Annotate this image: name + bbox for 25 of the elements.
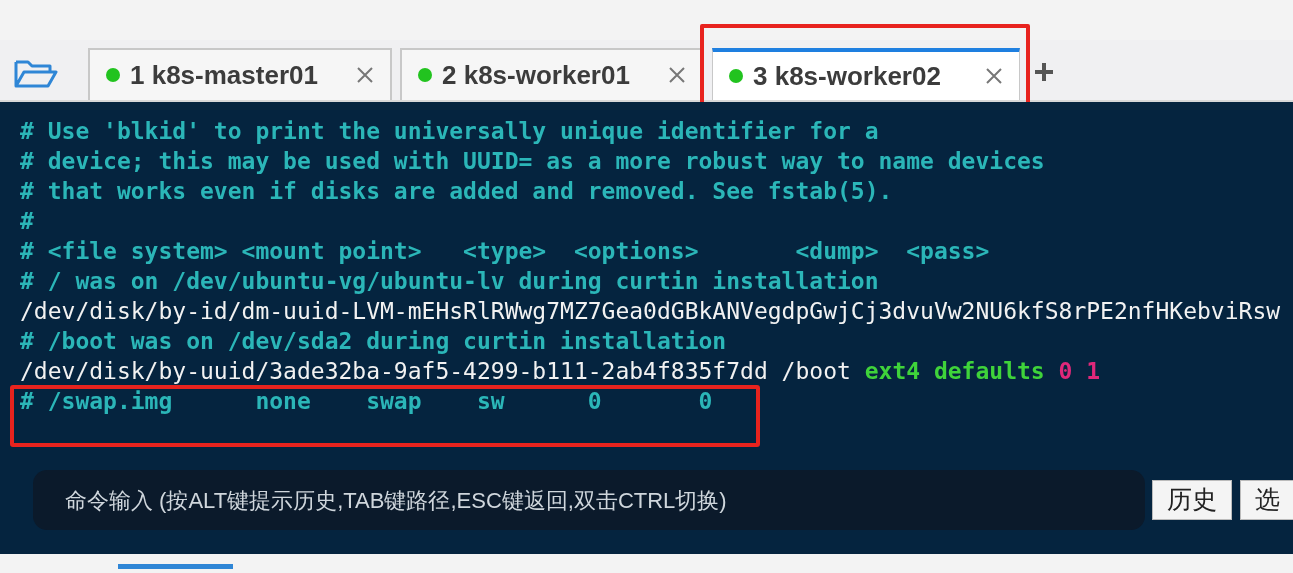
terminal-line: # device; this may be used with UUID= as a more robust way to name devices [20, 147, 1046, 176]
placeholder-text: 命令输入 (按ALT键提示历史,TAB键路径,ESC键返回,双击CTRL切换) [65, 486, 727, 515]
terminal-line: # / was on /dev/ubuntu-vg/ubuntu-lv during curtin installation [20, 267, 880, 296]
terminal-line: # /boot was on /dev/sda2 during curtin installation [20, 327, 728, 356]
terminal-line: # <file system> <mount point> <type> <options> <dump> <pass> [20, 237, 991, 266]
close-icon[interactable] [985, 67, 1003, 85]
tab-label: 2 k8s-worker01 [442, 58, 630, 92]
close-icon[interactable] [356, 66, 374, 84]
terminal-line: /dev/disk/by-uuid/3ade32ba-9af5-4299-b111-2ab4f835f7dd /boot ext4 defaults 0 1 [20, 357, 1102, 386]
tab-label: 3 k8s-worker02 [753, 59, 941, 93]
terminal-line: # [20, 207, 35, 236]
folder-icon[interactable] [14, 58, 58, 90]
terminal-line: # that works even if disks are added and removed. See fstab(5). [20, 177, 894, 206]
scrollbar-thumb[interactable] [118, 564, 233, 569]
terminal-line: /dev/disk/by-id/dm-uuid-LVM-mEHsRlRWwg7MZ7Gea0dGBkANVegdpGwjCj3dvuVw2NU6kfS8rPE2nfHKebviRsw [20, 297, 1282, 326]
tab[interactable]: 3 k8s-worker02 [712, 48, 1020, 100]
close-icon[interactable] [668, 66, 686, 84]
tab-label: 1 k8s-master01 [130, 58, 318, 92]
terminal-line: # /swap.img none swap sw 0 0 [20, 387, 714, 416]
tab[interactable]: 1 k8s-master01 [88, 48, 392, 100]
toolbar-button[interactable]: 选 [1240, 480, 1293, 520]
add-tab-icon[interactable] [1034, 62, 1054, 82]
toolbar-button[interactable]: 历史 [1152, 480, 1232, 520]
terminal-line: # Use 'blkid' to print the universally unique identifier for a [20, 117, 880, 146]
command-bar[interactable]: 命令输入 (按ALT键提示历史,TAB键路径,ESC键返回,双击CTRL切换) [33, 470, 1145, 530]
